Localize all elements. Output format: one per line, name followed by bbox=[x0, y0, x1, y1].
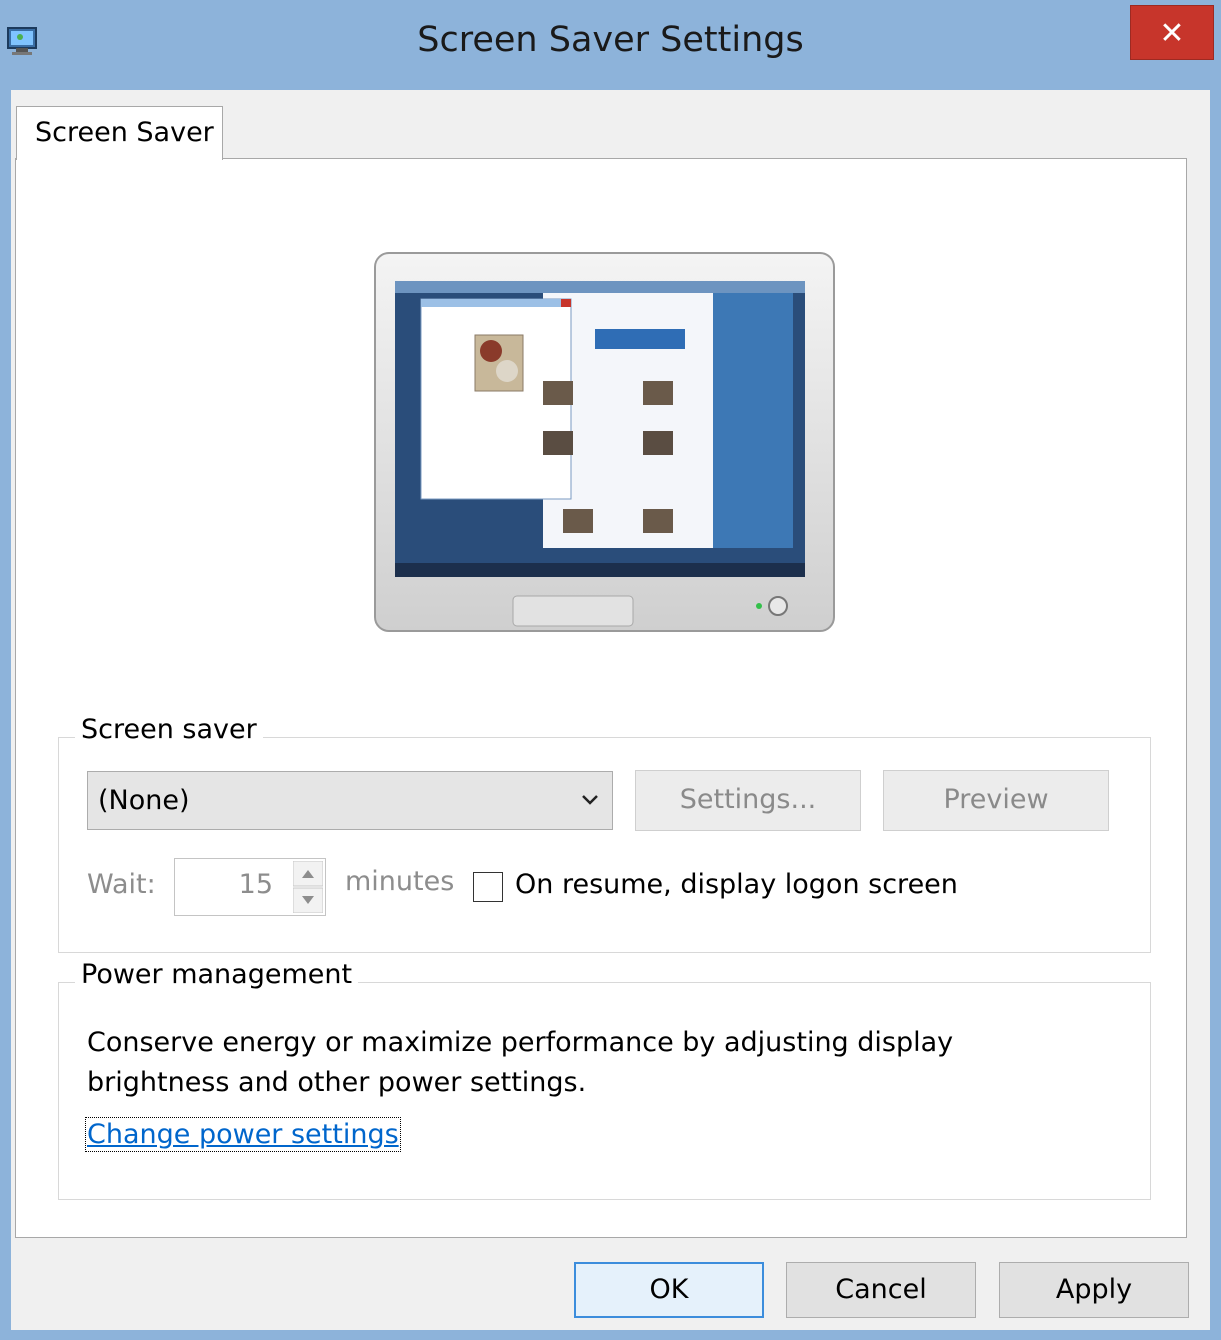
power-description: Conserve energy or maximize performance … bbox=[87, 1023, 953, 1103]
dialog-client: Screen Saver Screen saver (None) Setting… bbox=[11, 90, 1210, 1330]
wait-minutes-stepper[interactable]: 15 bbox=[174, 858, 326, 916]
logon-screen-checkbox[interactable] bbox=[473, 872, 503, 902]
window-title: Screen Saver Settings bbox=[417, 20, 804, 60]
cancel-button[interactable]: Cancel bbox=[786, 1262, 976, 1318]
power-description-line2: brightness and other power settings. bbox=[87, 1067, 587, 1098]
apply-button[interactable]: Apply bbox=[999, 1262, 1189, 1318]
wait-label: Wait: bbox=[87, 869, 156, 900]
wait-minutes-value: 15 bbox=[238, 869, 273, 900]
tab-label: Screen Saver bbox=[35, 117, 214, 148]
change-power-settings-link[interactable]: Change power settings bbox=[85, 1117, 401, 1152]
chevron-down-icon bbox=[582, 795, 598, 805]
title-bar[interactable]: Screen Saver Settings ✕ bbox=[0, 0, 1221, 90]
tab-screen-saver[interactable]: Screen Saver bbox=[16, 106, 223, 160]
stepper-arrows-icon[interactable] bbox=[293, 861, 323, 913]
ok-button[interactable]: OK bbox=[574, 1262, 764, 1318]
power-management-group: Power management Conserve energy or maxi… bbox=[58, 959, 1151, 1200]
monitor-preview-image bbox=[374, 252, 835, 632]
screen-saver-group: Screen saver (None) Settings... Preview … bbox=[58, 714, 1151, 953]
screen-saver-group-label: Screen saver bbox=[75, 714, 263, 745]
logon-screen-label[interactable]: On resume, display logon screen bbox=[515, 869, 958, 900]
screen-saver-select[interactable]: (None) bbox=[87, 771, 613, 830]
power-management-group-label: Power management bbox=[75, 959, 359, 990]
minutes-label: minutes bbox=[345, 866, 455, 897]
preview-button[interactable]: Preview bbox=[883, 770, 1109, 831]
screen-saver-select-value: (None) bbox=[98, 785, 190, 816]
power-description-line1: Conserve energy or maximize performance … bbox=[87, 1027, 954, 1058]
close-button[interactable]: ✕ bbox=[1130, 5, 1214, 60]
screen-saver-settings-window: Screen Saver Settings ✕ Screen Saver Scr… bbox=[0, 0, 1221, 1340]
tab-panel: Screen saver (None) Settings... Preview … bbox=[15, 158, 1187, 1238]
settings-button[interactable]: Settings... bbox=[635, 770, 861, 831]
